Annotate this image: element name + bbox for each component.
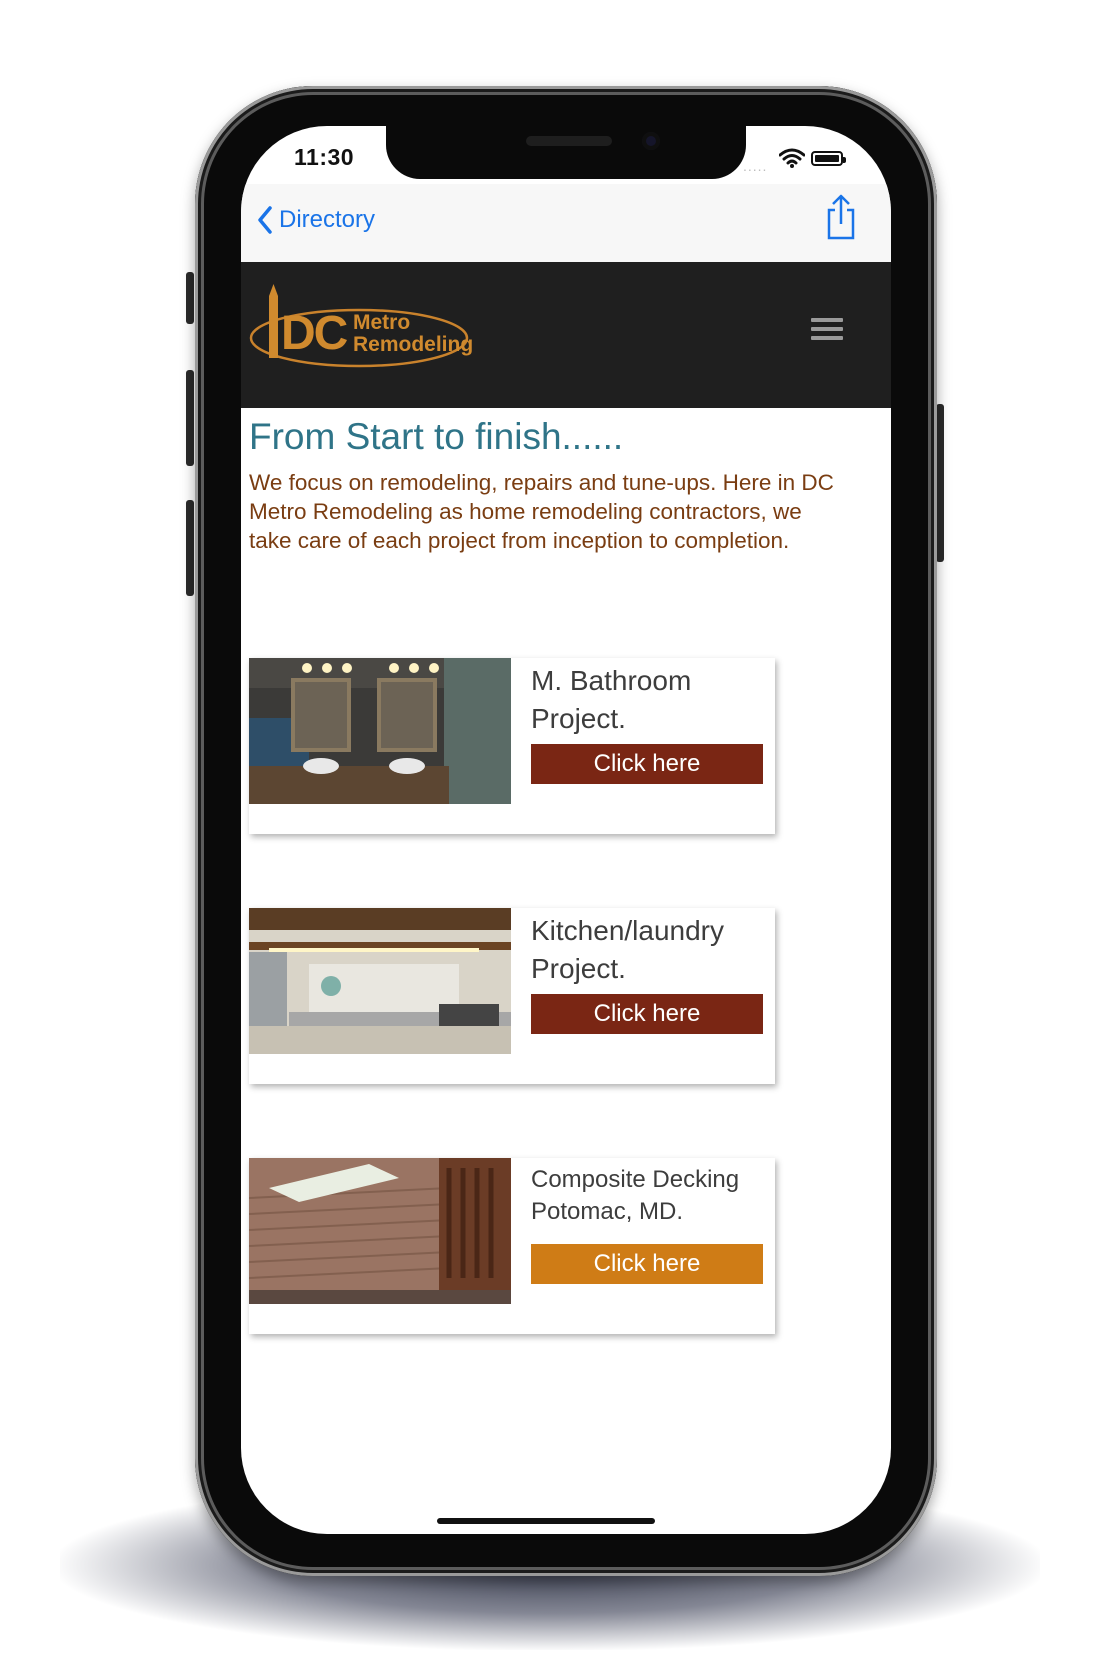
bathroom-photo <box>249 658 511 804</box>
logo-metro-text: Metro <box>353 311 411 334</box>
back-label: Directory <box>279 206 376 233</box>
click-here-button[interactable]: Click here <box>531 1244 763 1284</box>
site-header: DC Metro Remodeling <box>241 262 891 408</box>
battery-icon <box>811 151 846 166</box>
project-card-decking: Composite Decking Potomac, MD. Click her… <box>249 1158 775 1334</box>
mute-switch <box>186 272 194 324</box>
page-headline: From Start to finish...... <box>249 416 624 457</box>
project-title: M. Bathroom Project. <box>531 665 692 734</box>
intro-text: We focus on remodeling, repairs and tune… <box>249 470 834 553</box>
share-icon[interactable] <box>823 194 859 240</box>
signal-icon: ..... <box>743 158 768 174</box>
click-here-button[interactable]: Click here <box>531 744 763 784</box>
speaker-grille <box>526 136 612 146</box>
volume-up-button <box>186 370 194 466</box>
project-title: Kitchen/laundry Project. <box>531 915 725 984</box>
status-icons: ..... <box>743 148 861 174</box>
click-here-button[interactable]: Click here <box>531 994 763 1034</box>
wifi-icon <box>779 148 805 168</box>
chevron-left-icon <box>258 206 272 234</box>
notch <box>386 126 746 179</box>
kitchen-photo <box>249 908 511 1054</box>
decking-photo <box>249 1158 511 1304</box>
phone-screen: 11:30 ..... Directory DC Metro Remodelin… <box>241 126 891 1534</box>
logo-dc-text: DC <box>281 307 348 360</box>
hamburger-menu-icon[interactable] <box>811 318 843 342</box>
home-indicator[interactable] <box>437 1518 655 1524</box>
back-button[interactable]: Directory <box>257 202 375 238</box>
logo-remodeling-text: Remodeling <box>353 333 474 356</box>
power-button <box>936 404 944 562</box>
project-title: Composite Decking Potomac, MD. <box>531 1166 740 1225</box>
volume-down-button <box>186 500 194 596</box>
status-time: 11:30 <box>294 144 355 170</box>
project-card-kitchen: Kitchen/laundry Project. Click here <box>249 908 775 1084</box>
browser-nav-bar: Directory <box>241 184 891 262</box>
site-logo[interactable]: DC Metro Remodeling <box>247 282 487 374</box>
front-camera <box>642 132 660 150</box>
project-card-bathroom: M. Bathroom Project. Click here <box>249 658 775 834</box>
